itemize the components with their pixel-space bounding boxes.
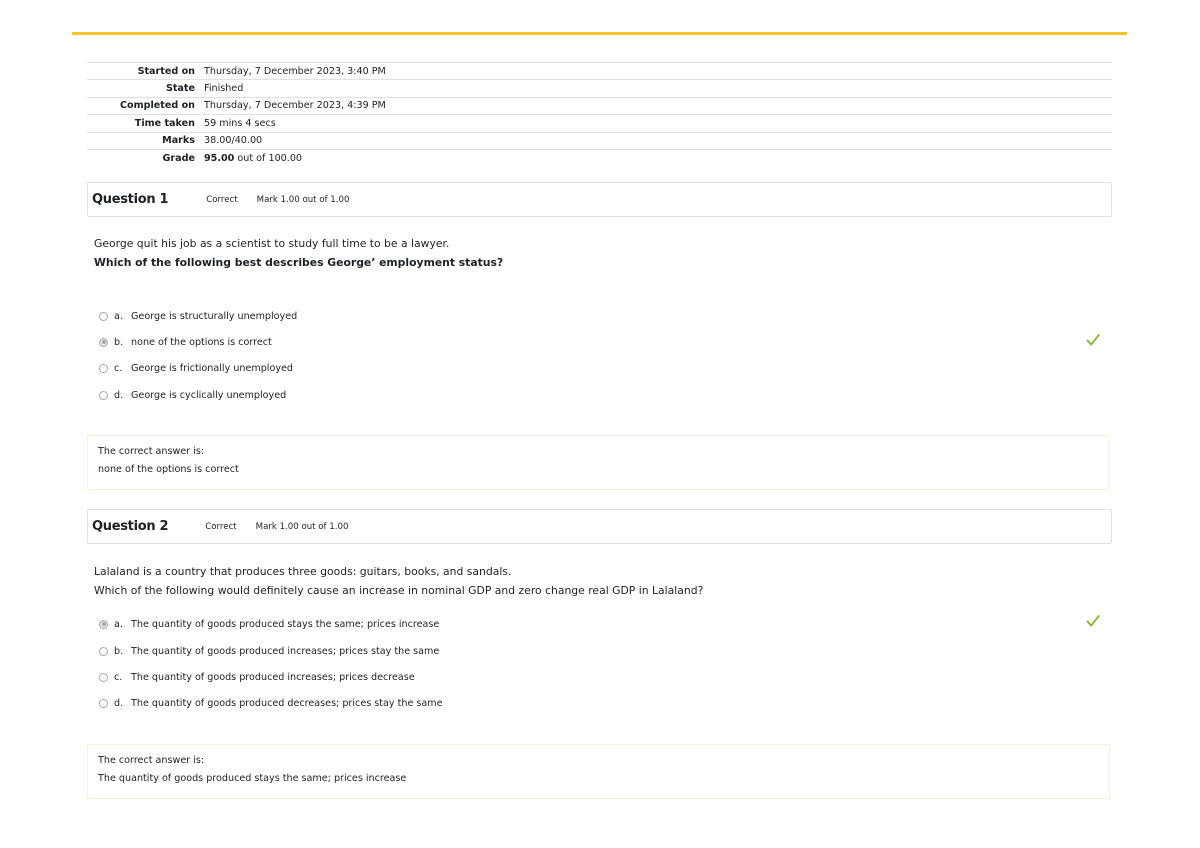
summary-label: State [87, 79, 204, 98]
option-text: The quantity of goods produced increases… [131, 671, 415, 683]
radio-button[interactable] [99, 390, 108, 400]
option-letter: a. [114, 618, 123, 630]
option-letter: c. [114, 362, 123, 374]
option-text: The quantity of goods produced decreases… [131, 697, 443, 709]
question-2-prompt: Which of the following would definitely … [94, 584, 704, 597]
question-1-option-c[interactable]: c. George is frictionally unemployed [99, 361, 293, 375]
summary-row-grade: Grade 95.00 out of 100.00 [87, 148, 1112, 167]
summary-value: Finished [204, 79, 1112, 98]
option-text: George is cyclically unemployed [131, 389, 287, 401]
option-letter: b. [114, 336, 124, 348]
feedback-label: The correct answer is: [98, 755, 205, 766]
option-letter: a. [114, 310, 123, 322]
question-mark: Mark 1.00 out of 1.00 [255, 521, 349, 532]
summary-label: Completed on [87, 96, 204, 115]
question-number: 2 [159, 519, 169, 534]
question-1-option-b[interactable]: b. none of the options is correct [99, 335, 272, 349]
question-1-header: Question 1 Correct Mark 1.00 out of 1.00 [87, 182, 1112, 217]
question-mark: Mark 1.00 out of 1.00 [256, 194, 350, 205]
option-letter: c. [114, 671, 123, 683]
option-text: The quantity of goods produced stays the… [131, 618, 440, 630]
attempt-summary-table: Started on Thursday, 7 December 2023, 3:… [87, 61, 1112, 167]
question-state: Correct [206, 194, 238, 205]
radio-button[interactable] [99, 363, 108, 373]
question-1-text: George quit his job as a scientist to st… [94, 237, 450, 250]
summary-value: Thursday, 7 December 2023, 3:40 PM [204, 61, 1112, 80]
radio-button[interactable] [99, 698, 108, 708]
feedback-answer: none of the options is correct [98, 464, 239, 475]
question-title: Question 1 [92, 192, 169, 207]
question-2-header: Question 2 Correct Mark 1.00 out of 1.00 [87, 509, 1112, 544]
question-2-text: Lalaland is a country that produces thre… [94, 565, 512, 578]
question-2-option-b[interactable]: b. The quantity of goods produced increa… [99, 644, 439, 658]
radio-button[interactable] [99, 311, 108, 321]
question-2-option-d[interactable]: d. The quantity of goods produced decrea… [99, 696, 443, 710]
radio-button[interactable] [99, 619, 108, 629]
option-text: George is structurally unemployed [131, 310, 298, 322]
summary-value: 38.00/40.00 [204, 131, 1112, 150]
check-icon [1086, 334, 1100, 346]
summary-row-state: State Finished [87, 79, 1112, 98]
question-2-option-c[interactable]: c. The quantity of goods produced increa… [99, 670, 415, 684]
option-text: none of the options is correct [131, 336, 272, 348]
question-title-prefix: Question [92, 192, 160, 207]
radio-button[interactable] [99, 337, 108, 347]
option-text: George is frictionally unemployed [131, 362, 294, 374]
grade-value: 95.00 [204, 152, 235, 164]
summary-label: Time taken [87, 114, 204, 133]
question-1-feedback: The correct answer is: none of the optio… [87, 435, 1110, 490]
question-1-prompt: Which of the following best describes Ge… [94, 256, 504, 269]
feedback-answer: The quantity of goods produced stays the… [98, 773, 407, 784]
summary-label: Started on [87, 61, 204, 80]
option-letter: d. [114, 389, 124, 401]
feedback-label: The correct answer is: [98, 446, 205, 457]
check-icon [1086, 615, 1100, 627]
grade-suffix: out of 100.00 [234, 152, 303, 164]
question-1-option-a[interactable]: a. George is structurally unemployed [99, 309, 297, 323]
summary-row-time-taken: Time taken 59 mins 4 secs [87, 114, 1112, 133]
question-title: Question 2 [92, 519, 169, 534]
summary-value: Thursday, 7 December 2023, 4:39 PM [204, 96, 1112, 115]
radio-button[interactable] [99, 672, 108, 682]
radio-button[interactable] [99, 646, 108, 656]
question-2-option-a[interactable]: a. The quantity of goods produced stays … [99, 617, 439, 631]
summary-label: Marks [87, 131, 204, 150]
question-number: 1 [159, 192, 169, 207]
option-letter: d. [114, 697, 124, 709]
summary-value: 95.00 out of 100.00 [204, 148, 1112, 167]
summary-row-marks: Marks 38.00/40.00 [87, 131, 1112, 150]
summary-value: 59 mins 4 secs [204, 114, 1112, 133]
question-2-feedback: The correct answer is: The quantity of g… [87, 744, 1110, 799]
option-letter: b. [114, 645, 124, 657]
question-1-option-d[interactable]: d. George is cyclically unemployed [99, 388, 286, 402]
header-accent-bar [72, 32, 1127, 35]
summary-label: Grade [87, 148, 204, 167]
option-text: The quantity of goods produced increases… [131, 645, 440, 657]
summary-row-completed: Completed on Thursday, 7 December 2023, … [87, 96, 1112, 115]
question-state: Correct [205, 521, 237, 532]
question-title-prefix: Question [92, 519, 160, 534]
summary-row-started: Started on Thursday, 7 December 2023, 3:… [87, 61, 1112, 80]
